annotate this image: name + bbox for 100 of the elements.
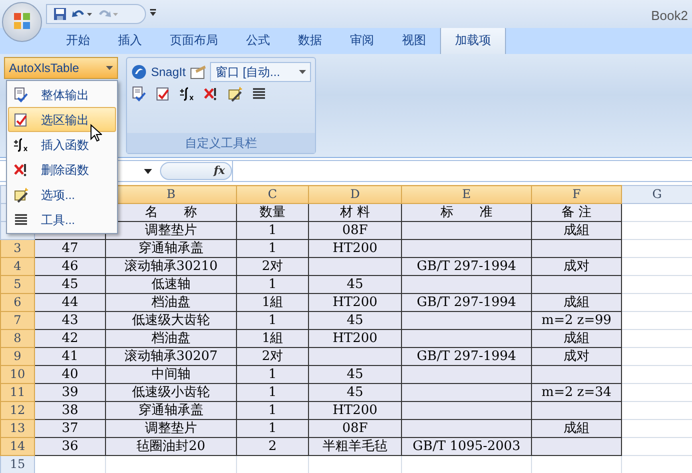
column-header[interactable]: D [308,186,402,204]
table-cell: 成組 [564,295,590,310]
table-cell: 40 [62,367,78,382]
table-cell: 44 [62,295,78,310]
table-cell: 1 [268,385,277,400]
table-cell: 材 料 [340,205,370,220]
row-header[interactable]: 5 [0,276,34,294]
table-cell: 成对 [564,349,590,364]
table-cell: 37 [62,421,78,436]
ribbon-tab[interactable]: 插入 [104,31,156,54]
row-header[interactable]: 14 [0,438,34,456]
menu-item[interactable]: 整体输出 [8,82,116,107]
mouse-cursor-icon [90,124,102,142]
table-cell: 穿通轴承盖 [138,241,204,256]
dropdown-value: 窗口 [自动... [215,64,280,81]
row-header[interactable]: 13 [0,420,34,438]
table-cell: 成組 [564,421,590,436]
list-icon [13,212,29,228]
menu-item[interactable]: 插入函数 [8,132,116,157]
row-header[interactable]: 4 [0,258,34,276]
customize-icon[interactable] [150,9,156,17]
table-cell: 成組 [564,331,590,346]
table-cell: 2 [268,439,277,454]
document-check-icon[interactable] [131,86,147,102]
table-cell: 滚动轴承30210 [124,259,218,274]
table-cell: 1 [268,313,277,328]
row-header[interactable]: 3 [0,240,34,258]
table-cell: 41 [62,349,78,364]
menu-item[interactable]: 工具... [8,207,116,232]
list-icon[interactable] [251,86,267,102]
ribbon-tab[interactable]: 开始 [52,31,104,54]
delete-icon[interactable] [203,86,219,102]
table-cell: 滚动轴承30207 [124,349,218,364]
ribbon-tab[interactable]: 数据 [284,31,336,54]
row-header[interactable]: 15 [0,456,34,473]
table-cell: 穿通轴承盖 [138,403,204,418]
row-header[interactable]: 11 [0,384,34,402]
row-header[interactable]: 12 [0,402,34,420]
row-header[interactable]: 8 [0,330,34,348]
table-cell: 档油盘 [152,331,190,346]
window-dropdown[interactable]: 窗口 [自动... [210,62,311,82]
snagit-logo [131,64,147,80]
ribbon-tab[interactable]: 加载项 [440,26,506,54]
document-check-icon [13,112,29,128]
table-cell: HT200 [332,241,378,256]
office-button[interactable] [2,2,42,42]
dropdown-arrow-icon[interactable] [144,168,152,174]
table-cell: 成对 [564,259,590,274]
table-cell: 46 [62,259,78,274]
table-cell: 毡圈油封20 [136,439,206,454]
table-cell: GB/T 297-1994 [416,349,516,364]
table-cell: 1組 [262,331,284,346]
document-check-icon[interactable] [155,86,171,102]
menu-item[interactable]: 删除函数 [8,157,116,182]
notepad-pencil-icon [13,186,29,202]
column-header[interactable]: F [532,186,622,204]
document-check-icon [13,86,29,102]
row-header[interactable]: 10 [0,366,34,384]
ribbon-tab[interactable]: 页面布局 [156,31,232,54]
table-cell: 调整垫片 [145,223,197,238]
table-cell: 43 [62,313,78,328]
table-cell: 成組 [564,223,590,238]
column-header[interactable]: C [236,186,308,204]
table-cell: m=2 z=99 [542,313,612,328]
table-cell: 45 [346,277,364,292]
table-cell: 1組 [262,295,284,310]
menu-item[interactable]: 选区输出 [8,107,116,132]
table-cell: 数量 [260,205,286,220]
table-cell: 低速级大齿轮 [132,313,210,328]
table-cell: 45 [346,313,364,328]
save-icon[interactable] [53,7,67,21]
table-cell: HT200 [332,295,378,310]
notepad-pencil-icon[interactable] [227,86,243,102]
table-cell: 47 [62,241,78,256]
caret-icon [106,66,113,70]
ribbon-tab[interactable]: 视图 [388,31,440,54]
row-header[interactable]: 6 [0,294,34,312]
table-cell: 45 [346,367,364,382]
table-cell: 38 [62,403,78,418]
column-header[interactable]: G [622,186,692,204]
ribbon-tab[interactable]: 公式 [232,31,284,54]
table-cell: 39 [62,385,78,400]
insert-function-button[interactable]: fx [160,162,232,180]
ribbon-tab[interactable]: 审阅 [336,31,388,54]
table-cell: m=2 z=34 [542,385,612,400]
group-label: 自定义工具栏 [127,133,315,153]
table-cell: 1 [268,367,277,382]
table-cell: 1 [268,421,277,436]
autoxlstable-button[interactable]: AutoXlsTable [4,57,118,79]
table-cell: 42 [62,331,78,346]
snagit-button[interactable]: SnagIt [131,63,186,81]
row-header[interactable]: 9 [0,348,34,366]
table-cell: 名 称 [145,205,197,220]
table-cell: 2对 [262,259,284,274]
function-icon[interactable] [179,86,195,102]
capture-icon[interactable] [190,64,206,80]
column-header[interactable]: E [402,186,532,204]
table-cell: 低速级小齿轮 [132,385,210,400]
table-cell: 08F [342,223,368,238]
row-header[interactable]: 7 [0,312,34,330]
